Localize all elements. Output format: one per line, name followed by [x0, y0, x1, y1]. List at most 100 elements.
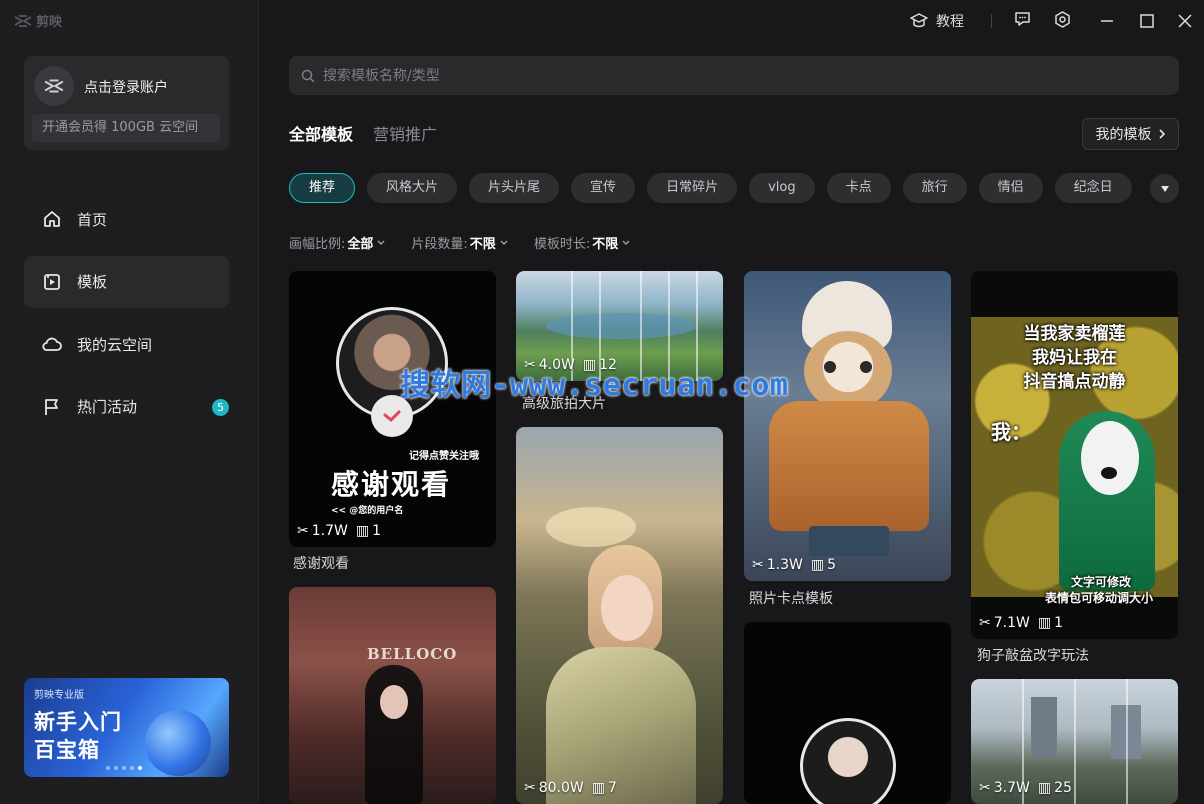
feedback-button[interactable] — [1014, 11, 1031, 27]
filter-duration[interactable]: 模板时长: 不限 — [534, 233, 632, 252]
overlay-text: 我妈让我在 — [1032, 348, 1117, 368]
scissors-icon: ✂ — [297, 523, 309, 539]
chevron-right-icon — [1158, 129, 1165, 139]
chip-anniversary[interactable]: 纪念日 — [1054, 173, 1132, 203]
capcut-logo-icon — [14, 14, 32, 27]
feedback-icon — [1015, 12, 1030, 26]
login-link[interactable]: 点击登录账户 — [84, 77, 168, 97]
caret-down-icon — [1160, 185, 1169, 192]
banner-brand: 剪映专业版 — [34, 690, 84, 701]
template-card[interactable]: 当我家卖榴莲 我妈让我在 抖音搞点动静 我： 文字可修改 表情包可移动调大小 ✂… — [971, 271, 1178, 639]
template-card[interactable]: BELLOCO — [289, 587, 496, 804]
filter-value: 全部 — [347, 237, 374, 252]
filter-clip-count[interactable]: 片段数量: 不限 — [411, 233, 509, 252]
template-thumbnail — [516, 427, 723, 804]
gear-icon — [1055, 11, 1070, 28]
chip-recommended[interactable]: 推荐 — [289, 173, 356, 203]
scissors-icon: ✂ — [524, 780, 536, 796]
overlay-text: 当我家卖榴莲 — [1023, 324, 1126, 344]
template-card[interactable]: ✂ 1.3W ▥ 5 — [744, 271, 951, 581]
chip-promo[interactable]: 宣传 — [571, 173, 636, 203]
capcut-logo-icon — [44, 79, 64, 93]
home-icon — [42, 209, 62, 229]
close-button[interactable] — [1177, 13, 1193, 29]
chevron-down-icon — [500, 239, 508, 245]
template-thumbnail — [744, 622, 951, 804]
clips-icon: ▥ — [591, 780, 605, 796]
app-name: 剪映 — [36, 15, 63, 30]
template-stats: ✂ 3.7W ▥ 25 — [979, 780, 1072, 796]
template-stats: ✂ 80.0W ▥ 7 — [524, 780, 617, 796]
overlay-text: 抖音搞点动静 — [1023, 372, 1126, 392]
chip-style[interactable]: 风格大片 — [367, 173, 458, 203]
beginner-banner[interactable]: 剪映专业版 新手入门 百宝箱 — [24, 678, 229, 777]
chip-daily[interactable]: 日常碎片 — [647, 173, 738, 203]
chip-intro-outro[interactable]: 片头片尾 — [469, 173, 560, 203]
template-card[interactable]: ✂ 80.0W ▥ 7 — [516, 427, 723, 804]
carousel-dots[interactable] — [106, 766, 142, 770]
banner-subtitle: 百宝箱 — [34, 738, 100, 762]
template-thumbnail: BELLOCO — [289, 587, 496, 804]
titlebar: 教程 — [259, 0, 1204, 42]
sidebar-item-events[interactable]: 热门活动 5 — [24, 381, 229, 433]
search-bar[interactable] — [289, 56, 1179, 95]
chip-vlog[interactable]: vlog — [749, 173, 815, 203]
filter-label: 画幅比例: — [289, 237, 346, 252]
my-templates-button[interactable]: 我的模板 — [1082, 118, 1179, 150]
template-card[interactable]: 记得点赞关注哦 感谢观看 << @您的用户名 ✂ 1.7W ▥ 1 — [289, 271, 496, 547]
banner-title: 新手入门 — [34, 710, 122, 734]
clip-count: 1 — [372, 523, 381, 539]
titlebar-divider — [991, 14, 992, 28]
tab-all-templates[interactable]: 全部模板 — [289, 121, 353, 145]
template-title[interactable]: 照片卡点模板 — [749, 588, 833, 608]
template-thumbnail: 记得点赞关注哦 感谢观看 << @您的用户名 — [289, 271, 496, 547]
filter-aspect-ratio[interactable]: 画幅比例: 全部 — [289, 233, 387, 252]
use-count: 3.7W — [993, 780, 1030, 796]
chip-travel[interactable]: 旅行 — [902, 173, 967, 203]
minimize-icon — [1101, 20, 1113, 22]
template-stats: ✂ 1.7W ▥ 1 — [297, 523, 381, 539]
search-icon — [301, 69, 315, 83]
filter-value: 不限 — [592, 237, 619, 252]
sidebar-item-cloud[interactable]: 我的云空间 — [24, 318, 229, 370]
search-input[interactable] — [323, 67, 1143, 84]
template-title[interactable]: 感谢观看 — [293, 553, 349, 573]
template-card[interactable]: ✂ 3.7W ▥ 25 — [971, 679, 1178, 804]
login-card[interactable]: 点击登录账户 开通会员得 100GB 云空间 — [24, 56, 229, 150]
clips-icon: ▥ — [1037, 615, 1052, 631]
tutorial-button[interactable]: 教程 — [910, 11, 964, 31]
chip-beat[interactable]: 卡点 — [826, 173, 891, 203]
tab-marketing[interactable]: 营销推广 — [373, 121, 437, 145]
clip-count: 5 — [827, 557, 836, 573]
use-count: 1.7W — [311, 523, 348, 539]
filter-label: 模板时长: — [533, 237, 591, 252]
sidebar-item-templates[interactable]: 模板 — [24, 255, 229, 308]
graduation-cap-icon — [910, 13, 928, 28]
template-card[interactable] — [744, 622, 951, 804]
clip-count: 1 — [1054, 615, 1063, 631]
more-categories-button[interactable] — [1150, 174, 1179, 203]
clips-icon: ▥ — [355, 523, 370, 539]
filter-value: 不限 — [469, 237, 496, 252]
avatar[interactable] — [34, 66, 74, 106]
sidebar-nav: 首页 模板 我的云空间 热门活动 5 — [24, 193, 229, 443]
chip-couple[interactable]: 情侣 — [978, 173, 1043, 203]
template-stats: ✂ 1.3W ▥ 5 — [752, 557, 836, 573]
clips-icon: ▥ — [1037, 780, 1052, 796]
sidebar-item-home[interactable]: 首页 — [24, 193, 229, 245]
minimize-button[interactable] — [1099, 13, 1115, 29]
template-title[interactable]: 狗子敲盆改字玩法 — [977, 645, 1089, 665]
template-stats: ✂ 7.1W ▥ 1 — [979, 615, 1063, 631]
use-count: 1.3W — [766, 557, 803, 573]
vip-promo[interactable]: 开通会员得 100GB 云空间 — [32, 114, 220, 142]
maximize-button[interactable] — [1139, 13, 1155, 29]
settings-button[interactable] — [1054, 11, 1071, 28]
flag-icon — [42, 397, 62, 417]
category-chips: 推荐 风格大片 片头片尾 宣传 日常碎片 vlog 卡点 旅行 情侣 纪念日 — [289, 173, 1132, 203]
clip-count: 7 — [607, 780, 617, 796]
sidebar-item-label: 首页 — [77, 210, 108, 229]
overlay-caption: 记得点赞关注哦 — [409, 451, 479, 462]
filter-bar: 画幅比例: 全部 片段数量: 不限 模板时长: 不限 — [289, 233, 632, 252]
app-logo: 剪映 — [14, 11, 62, 30]
overlay-text: 表情包可移动调大小 — [1045, 591, 1154, 605]
